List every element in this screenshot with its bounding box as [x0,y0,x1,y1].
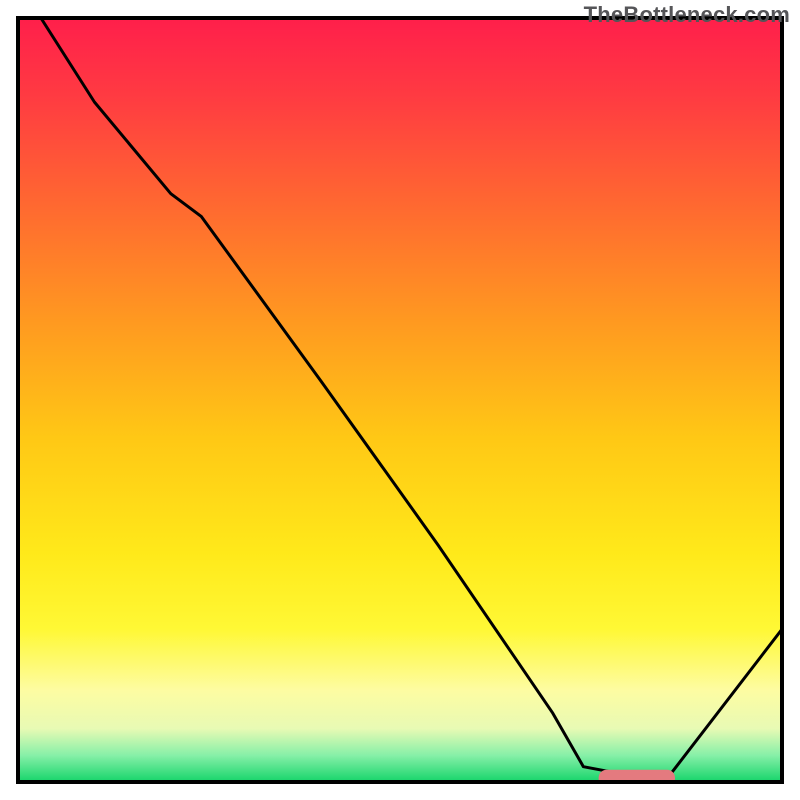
gradient-background [18,18,782,782]
chart-canvas: TheBottleneck.com [0,0,800,800]
optimal-range-marker [599,770,675,787]
bottleneck-plot [0,0,800,800]
